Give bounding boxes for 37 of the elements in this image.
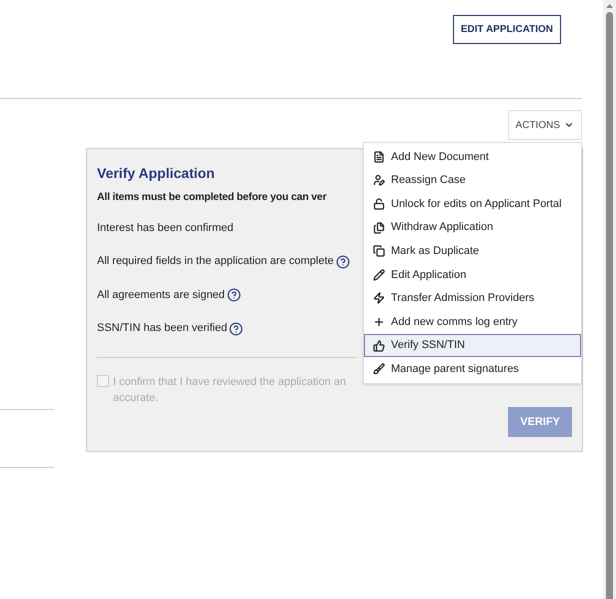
scrollbar-thumb[interactable] — [606, 12, 613, 599]
caret-icon — [564, 120, 574, 130]
help-icon[interactable] — [229, 322, 244, 336]
menu-item[interactable]: Withdraw Application — [364, 216, 581, 240]
menu-item[interactable]: Reassign Case — [364, 168, 581, 192]
menu-item[interactable]: Manage parent signatures — [364, 357, 581, 381]
scroll-up-icon[interactable] — [606, 4, 613, 8]
requirement-text: Interest has been confirmed — [97, 220, 234, 236]
confirm-text: I confirm that I have reviewed the application an — [113, 374, 346, 390]
menu-item[interactable]: Transfer Admission Providers — [364, 286, 581, 310]
thumbs-up-icon — [373, 340, 385, 352]
menu-item[interactable]: Verify SSN/TIN — [364, 334, 581, 358]
confirm-text: accurate. — [113, 391, 158, 406]
requirement-text: All required fields in the application are complete — [97, 254, 334, 270]
menu-item[interactable]: Add new comms log entry — [364, 310, 581, 334]
menu-item[interactable]: Unlock for edits on Applicant Portal — [364, 192, 581, 216]
edit-application-button[interactable]: EDIT APPLICATION — [452, 15, 561, 44]
pencil-icon — [373, 268, 385, 281]
plus-icon — [373, 316, 385, 328]
card-title: Verify Application — [97, 164, 215, 183]
menu-item[interactable]: Mark as Duplicate — [364, 239, 581, 263]
brush-icon — [373, 363, 385, 376]
scrollbar[interactable] — [603, 0, 616, 599]
requirement-text: SSN/TIN has been verified — [97, 321, 228, 336]
unlock-icon — [373, 198, 385, 210]
instruction-text: All items must be completed before you can ver — [97, 190, 326, 205]
bolt-icon — [373, 292, 385, 304]
menu-item[interactable]: Edit Application — [364, 262, 581, 287]
user-edit-icon — [373, 174, 385, 186]
requirement-text: All agreements are signed — [97, 288, 225, 303]
help-icon[interactable] — [336, 254, 350, 268]
files-icon — [373, 222, 385, 234]
copy-icon — [373, 245, 385, 258]
menu-item[interactable]: Add New Document — [364, 145, 581, 169]
document-icon — [373, 150, 385, 163]
actions-button[interactable]: ACTIONS — [508, 110, 582, 140]
help-icon[interactable] — [226, 288, 241, 302]
